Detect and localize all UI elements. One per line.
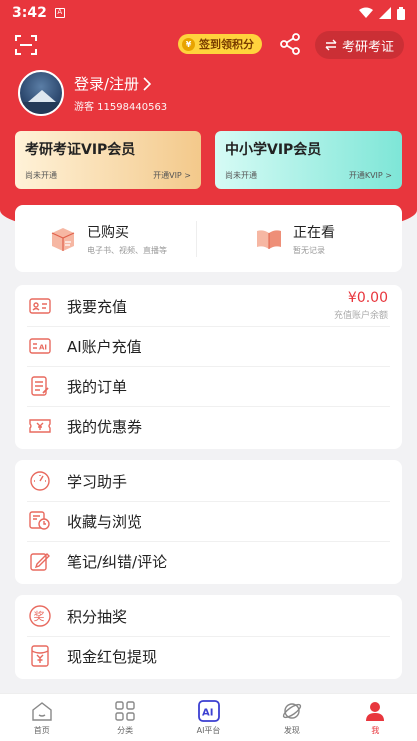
notification-icon: A: [54, 8, 65, 18]
menu-item-favorites[interactable]: 收藏与浏览: [15, 501, 402, 541]
nav-label: 首页: [33, 725, 50, 735]
avatar[interactable]: [18, 70, 64, 116]
red-envelope-icon: [31, 645, 49, 667]
menu-label: 收藏与浏览: [67, 512, 143, 531]
menu-item-notes[interactable]: 笔记/纠错/评论: [15, 541, 402, 581]
menu-label: 积分抽奖: [67, 607, 128, 626]
order-list-icon: [31, 376, 49, 396]
checkin-label: 签到领积分: [199, 38, 254, 51]
profile-section[interactable]: 登录/注册 游客 11598440563: [18, 70, 167, 116]
vip-title: 考研考证VIP会员: [25, 142, 136, 158]
vip-title: 中小学VIP会员: [225, 142, 322, 158]
nav-home[interactable]: 首页: [0, 694, 83, 741]
menu-item-orders[interactable]: 我的订单: [15, 366, 402, 406]
gauge-icon: [30, 471, 50, 491]
menu-item-recharge[interactable]: 我要充值 ¥0.00 充值账户余额: [15, 286, 402, 326]
vip-card-kaoyan[interactable]: 考研考证VIP会员 尚未开通 开通VIP >: [15, 131, 201, 189]
balance-display: ¥0.00 充值账户余额: [334, 290, 388, 321]
status-bar: 3:42 A: [0, 0, 417, 26]
coin-icon: ¥: [182, 37, 195, 51]
chevron-right-icon: [143, 76, 152, 91]
menu-label: 现金红包提现: [67, 647, 158, 666]
menu-label: 我的优惠券: [67, 417, 143, 436]
watching-subtitle: 暂无记录: [293, 245, 325, 255]
watching-entry[interactable]: 正在看 暂无记录: [196, 220, 402, 257]
coupon-icon: [29, 419, 51, 433]
vip-status: 尚未开通: [225, 171, 257, 180]
history-icon: [29, 511, 50, 530]
menu-group-account: 我要充值 ¥0.00 充值账户余额 AI AI账户充值 我的订单 我的优惠券: [15, 285, 402, 449]
vip-card-school[interactable]: 中小学VIP会员 尚未开通 开通KVIP >: [215, 131, 402, 189]
vip-open-link[interactable]: 开通KVIP >: [349, 170, 392, 181]
scan-icon[interactable]: [14, 33, 38, 57]
purchased-entry[interactable]: 已购买 电子书、视频、直播等: [15, 205, 196, 272]
battery-icon: [397, 6, 405, 20]
menu-label: 我的订单: [67, 377, 128, 396]
purchased-title: 已购买: [87, 224, 129, 241]
menu-label: 笔记/纠错/评论: [67, 552, 168, 571]
grid-icon: [115, 700, 135, 721]
balance-amount: ¥0.00: [347, 290, 388, 306]
edit-note-icon: [30, 553, 50, 571]
nav-category[interactable]: 分类: [83, 694, 166, 741]
nav-ai-platform[interactable]: AI AI平台: [167, 694, 250, 741]
top-header: ¥ 签到领积分 考研考证: [0, 28, 417, 62]
purchased-subtitle: 电子书、视频、直播等: [87, 245, 167, 255]
signal-icon: [379, 7, 391, 19]
guest-id: 游客 11598440563: [74, 102, 168, 113]
nav-label: AI平台: [196, 725, 221, 735]
lottery-char: 奖: [34, 609, 45, 623]
menu-group-rewards: 奖 积分抽奖 现金红包提现: [15, 595, 402, 679]
vip-status: 尚未开通: [25, 171, 57, 180]
menu-item-coupons[interactable]: 我的优惠券: [15, 406, 402, 446]
menu-label: AI账户充值: [67, 337, 142, 356]
ai-badge-text: AI: [39, 344, 47, 352]
open-book-icon: [257, 229, 281, 249]
home-icon: [32, 701, 52, 721]
status-time: 3:42: [12, 5, 47, 21]
wifi-icon: [359, 7, 373, 18]
package-icon: [51, 227, 75, 251]
id-card-icon: [29, 298, 51, 314]
nav-label: 分类: [117, 725, 134, 735]
share-icon[interactable]: [278, 32, 302, 56]
purchase-watching-card: 已购买 电子书、视频、直播等 正在看 暂无记录: [15, 205, 402, 272]
user-icon: [366, 701, 385, 721]
menu-label: 我要充值: [67, 297, 128, 316]
menu-group-study: 学习助手 收藏与浏览 笔记/纠错/评论: [15, 460, 402, 584]
ai-card-icon: AI: [29, 338, 51, 354]
balance-label: 充值账户余额: [333, 311, 388, 321]
ai-nav-badge-text: AI: [202, 707, 213, 718]
swap-icon: [325, 39, 337, 51]
lottery-icon: 奖: [29, 605, 51, 627]
menu-item-ai-recharge[interactable]: AI AI账户充值: [15, 326, 402, 366]
nav-me[interactable]: 我: [334, 694, 417, 741]
ai-icon: AI: [197, 699, 220, 722]
nav-label: 发现: [283, 725, 300, 735]
bottom-navigation: 首页 分类 AI AI平台 发现 我: [0, 693, 417, 741]
menu-label: 学习助手: [67, 472, 128, 491]
nav-label: 我: [371, 725, 380, 735]
watching-title: 正在看: [293, 224, 335, 241]
login-register-link[interactable]: 登录/注册: [74, 73, 167, 94]
menu-item-cash-withdraw[interactable]: 现金红包提现: [15, 636, 402, 676]
checkin-button[interactable]: ¥ 签到领积分: [178, 34, 262, 54]
vip-open-link[interactable]: 开通VIP >: [153, 170, 191, 181]
nav-discover[interactable]: 发现: [250, 694, 333, 741]
planet-icon: [282, 702, 302, 719]
login-label: 登录/注册: [74, 75, 140, 93]
menu-item-assistant[interactable]: 学习助手: [15, 461, 402, 501]
menu-item-lottery[interactable]: 奖 积分抽奖: [15, 596, 402, 636]
exam-switch-label: 考研考证: [342, 39, 395, 55]
exam-switch-button[interactable]: 考研考证: [315, 31, 405, 59]
